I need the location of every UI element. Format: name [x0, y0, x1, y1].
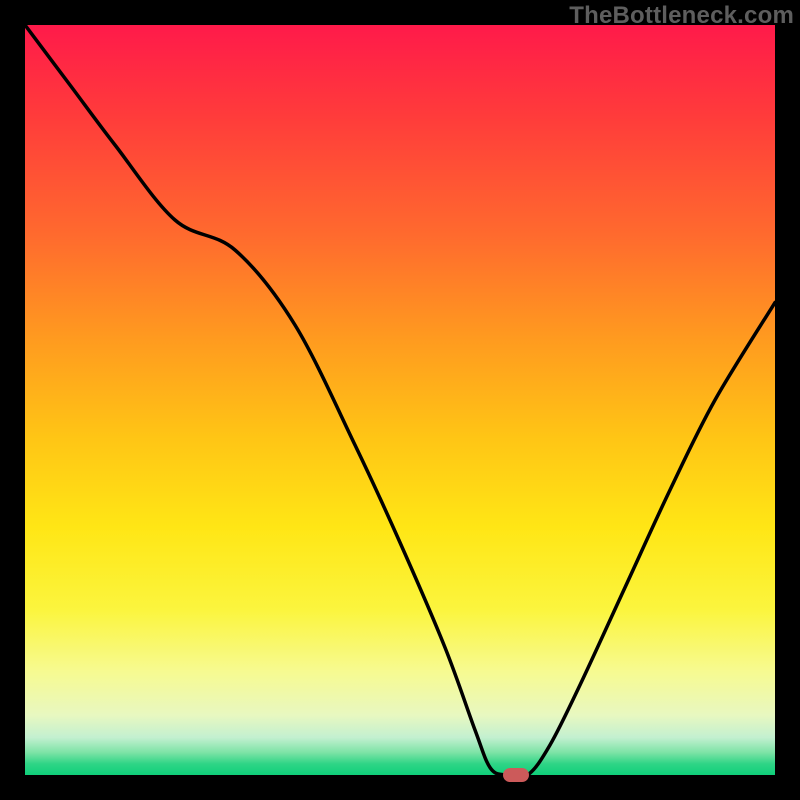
watermark-text: TheBottleneck.com: [569, 2, 794, 30]
plot-area: [25, 25, 775, 775]
bottleneck-curve: [25, 25, 775, 775]
curve-path: [25, 25, 775, 775]
optimal-point-marker: [503, 768, 529, 782]
chart-frame: TheBottleneck.com: [0, 0, 800, 800]
